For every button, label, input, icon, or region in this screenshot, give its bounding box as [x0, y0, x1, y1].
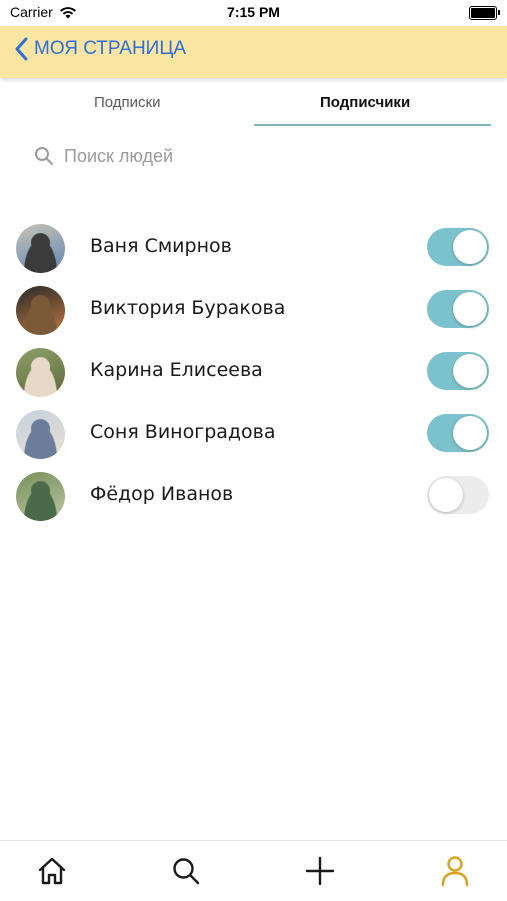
subscribe-toggle[interactable] [427, 414, 489, 452]
segment-tabs: Подписки Подписчики [0, 82, 507, 128]
list-item: Фёдор Иванов [0, 470, 507, 532]
battery-icon [469, 6, 500, 20]
subscribe-toggle[interactable] [427, 352, 489, 390]
status-time: 7:15 PM [227, 4, 280, 20]
avatar[interactable] [16, 472, 65, 521]
list-item: Ваня Смирнов [0, 222, 507, 284]
search-icon [35, 147, 53, 165]
chevron-left-icon [15, 37, 28, 61]
tab-profile[interactable] [435, 853, 475, 889]
home-icon [38, 857, 66, 885]
avatar[interactable] [16, 224, 65, 273]
avatar[interactable] [16, 348, 65, 397]
person-name[interactable]: Фёдор Иванов [90, 483, 233, 505]
person-name[interactable]: Соня Виноградова [90, 421, 276, 443]
person-name[interactable]: Ваня Смирнов [90, 235, 232, 257]
list-item: Карина Елисеева [0, 346, 507, 408]
subscribe-toggle[interactable] [427, 228, 489, 266]
toggle-knob [429, 478, 463, 512]
toggle-knob [453, 292, 487, 326]
tab-subscriptions[interactable]: Подписки [94, 94, 161, 111]
person-name[interactable]: Виктория Буракова [90, 297, 285, 319]
toggle-knob [453, 354, 487, 388]
active-tab-indicator [254, 124, 491, 126]
list-item: Виктория Буракова [0, 284, 507, 346]
toggle-knob [453, 230, 487, 264]
back-button[interactable]: МОЯ СТРАНИЦА [14, 37, 186, 61]
back-label: МОЯ СТРАНИЦА [34, 38, 187, 59]
search-icon [173, 858, 200, 885]
subscribe-toggle[interactable] [427, 290, 489, 328]
tab-add[interactable] [300, 853, 340, 889]
toggle-knob [453, 416, 487, 450]
tab-search[interactable] [166, 853, 206, 889]
avatar[interactable] [16, 410, 65, 459]
profile-icon [441, 856, 469, 887]
person-name[interactable]: Карина Елисеева [90, 359, 263, 381]
list-item: Соня Виноградова [0, 408, 507, 470]
bottom-tab-bar [0, 840, 507, 901]
tab-home[interactable] [32, 853, 72, 889]
avatar[interactable] [16, 286, 65, 335]
tab-subscribers[interactable]: Подписчики [320, 94, 410, 111]
subscribe-toggle[interactable] [427, 476, 489, 514]
nav-bar: МОЯ СТРАНИЦА [0, 26, 507, 78]
status-bar: Carrier 7:15 PM [0, 0, 507, 26]
search-input[interactable] [62, 144, 366, 168]
people-list: Ваня Смирнов Виктория Буракова Карина Ел… [0, 222, 507, 532]
plus-icon [305, 856, 335, 886]
search-bar [34, 142, 366, 170]
